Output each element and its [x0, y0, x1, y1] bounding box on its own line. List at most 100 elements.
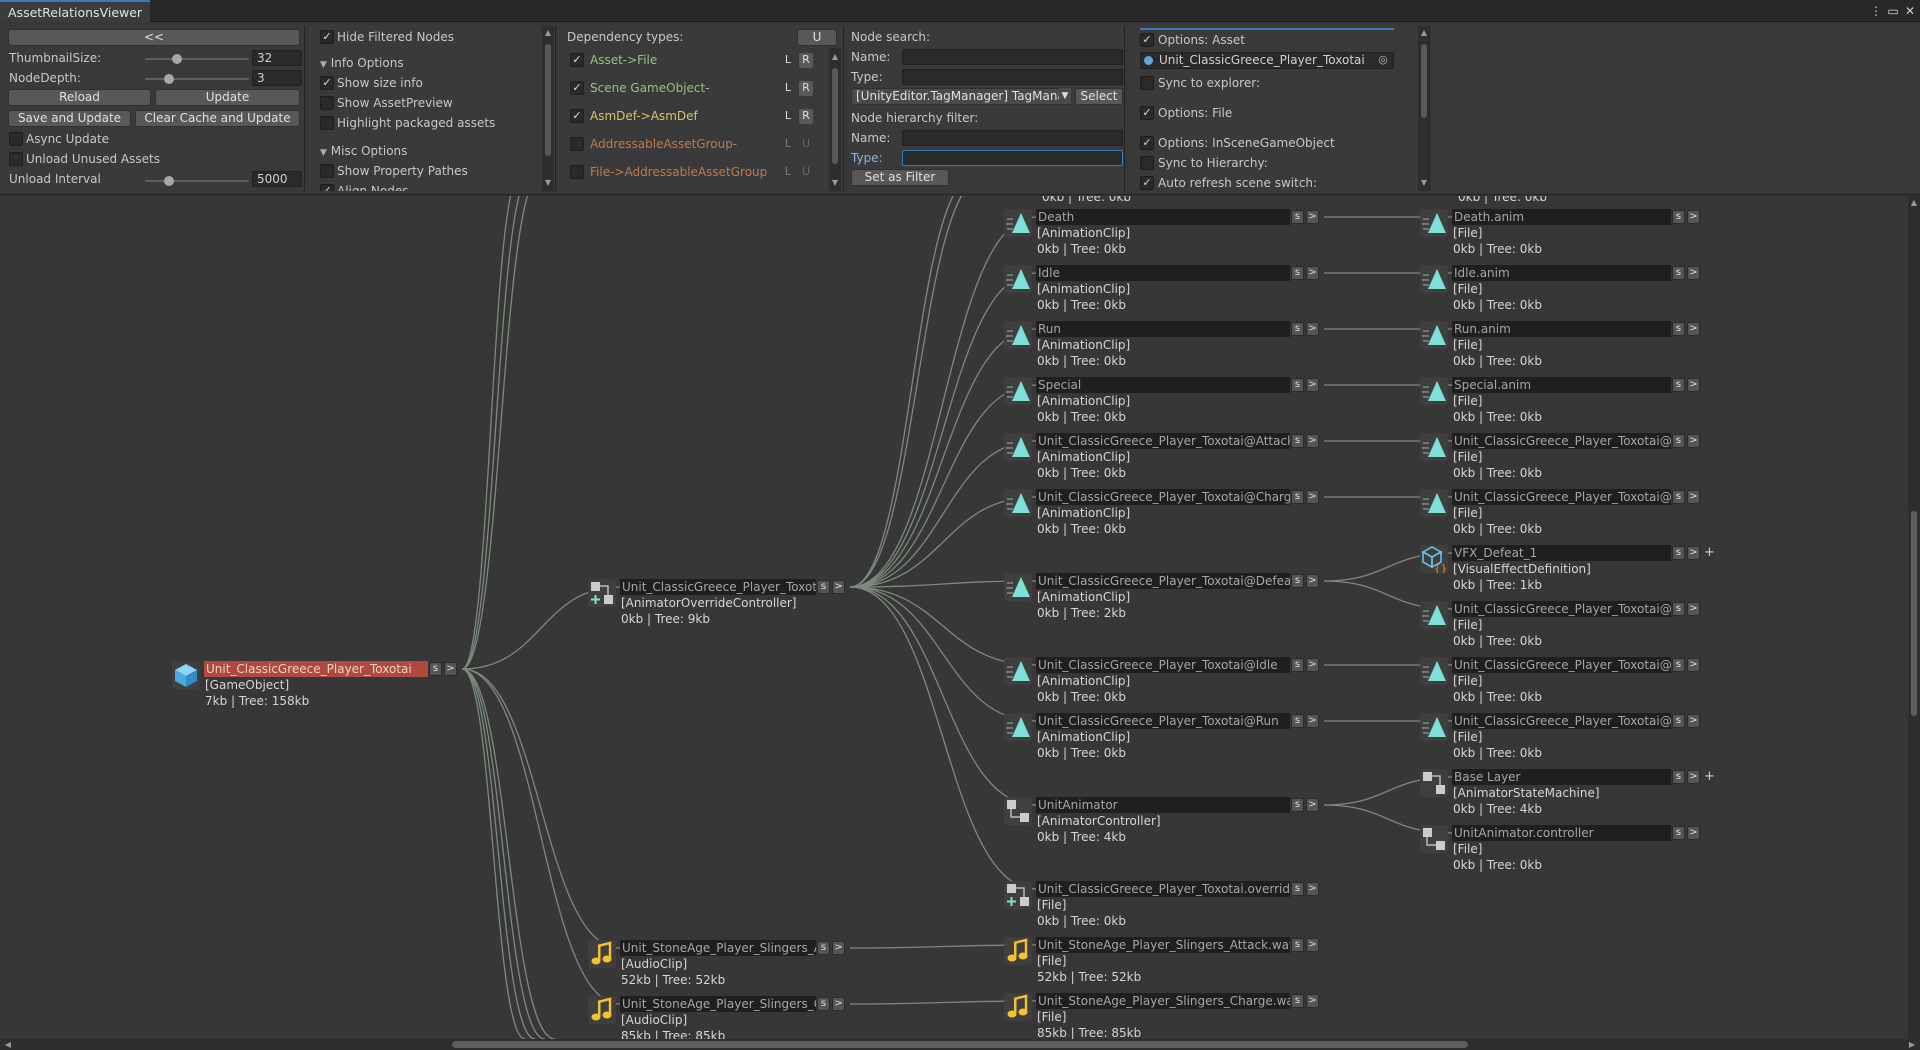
window-tab[interactable]: AssetRelationsViewer [0, 0, 151, 22]
node-select-button[interactable]: s [1672, 714, 1685, 728]
node-select-button[interactable]: s [1291, 882, 1304, 896]
show-size-checkbox[interactable]: ✓ [320, 76, 334, 90]
unload-interval-field[interactable]: 5000 [252, 171, 302, 187]
align-nodes-checkbox[interactable]: ✓ [320, 184, 334, 191]
hierarchy-name-input[interactable] [902, 130, 1123, 146]
options-asset-checkbox[interactable]: ✓ [1140, 33, 1154, 47]
dependency-checkbox[interactable] [570, 165, 584, 179]
node-expand-button[interactable]: > [1687, 434, 1700, 448]
dependency-l-toggle[interactable]: L [781, 165, 795, 180]
node-select-button[interactable]: s [1291, 266, 1304, 280]
node-select-button[interactable]: s [1672, 490, 1685, 504]
node-expand-button[interactable]: > [1306, 434, 1319, 448]
node-name[interactable]: Death.anim [1452, 209, 1671, 225]
scrollbar-thumb[interactable] [1421, 44, 1427, 118]
node-name[interactable]: Unit_ClassicGreece_Player_Toxotai@Attack [1036, 433, 1290, 449]
async-update-checkbox[interactable] [9, 132, 23, 146]
node-select-button[interactable]: s [817, 941, 830, 955]
node-name[interactable]: Unit_ClassicGreece_Player_Toxotai@Defeat [1036, 573, 1290, 589]
graph-node[interactable]: Idle.anim s > [File] 0kb | Tree: 0kb [1420, 265, 1735, 313]
node-expand-button[interactable]: > [1306, 574, 1319, 588]
node-name[interactable]: Base Layer [1452, 769, 1671, 785]
graph-node[interactable]: Base Layer s > + [AnimatorStateMachine] 0kb |… [1420, 769, 1735, 817]
asset-object-field[interactable]: Unit_ClassicGreece_Player_Toxotai [1140, 52, 1394, 69]
show-preview-checkbox[interactable] [320, 96, 334, 110]
graph-node[interactable]: Unit_ClassicGreece_Player_Toxotai s > [Anim… [588, 579, 880, 627]
node-select-button[interactable]: s [1672, 658, 1685, 672]
node-name[interactable]: Unit_ClassicGreece_Player_Toxotai@Idle.a… [1452, 657, 1671, 673]
info-options-scrollbar[interactable]: ▲ ▼ [542, 26, 554, 191]
dropdown-arrow-icon[interactable]: ▼ [1059, 88, 1071, 104]
node-expand-button[interactable]: > [1306, 994, 1319, 1008]
node-select-button[interactable]: s [1291, 714, 1304, 728]
node-select-button[interactable]: s [1291, 378, 1304, 392]
search-result-dropdown[interactable]: [UnityEditor.TagManager] TagManager [851, 88, 1071, 105]
node-select-button[interactable]: s [1291, 658, 1304, 672]
node-name[interactable]: Idle [1036, 265, 1290, 281]
dependency-checkbox[interactable]: ✓ [570, 81, 584, 95]
node-expand-button[interactable]: > [1687, 266, 1700, 280]
select-button[interactable]: Select [1075, 88, 1123, 105]
dependency-types-scrollbar[interactable]: ▲ ▼ [829, 48, 841, 191]
node-name[interactable]: Unit_ClassicGreece_Player_Toxotai@Run [1036, 713, 1290, 729]
scroll-up-icon[interactable]: ▲ [1908, 198, 1920, 207]
node-name[interactable]: Unit_ClassicGreece_Player_Toxotai@Idle [1036, 657, 1290, 673]
node-select-button[interactable]: s [1291, 938, 1304, 952]
graph-node[interactable]: Unit_ClassicGreece_Player_Toxotai@Idle s >… [1004, 657, 1354, 705]
node-name[interactable]: Idle.anim [1452, 265, 1671, 281]
node-expand-button[interactable]: > [1687, 602, 1700, 616]
graph-node[interactable]: Unit_ClassicGreece_Player_Toxotai@Charge… [1004, 489, 1354, 537]
graph-node[interactable]: {} VFX_Defeat_1 s > + [VisualEffectDefinition… [1420, 545, 1735, 593]
node-depth-slider-knob[interactable] [164, 74, 174, 84]
hierarchy-type-input[interactable] [902, 150, 1123, 166]
node-expand-button[interactable]: > [1306, 714, 1319, 728]
node-expand-button[interactable]: > [444, 662, 457, 676]
node-name[interactable]: UnitAnimator.controller [1452, 825, 1671, 841]
node-expand-button[interactable]: > [1687, 714, 1700, 728]
node-select-button[interactable]: s [817, 580, 830, 594]
dependency-checkbox[interactable]: ✓ [570, 109, 584, 123]
thumbnail-size-field[interactable]: 32 [252, 50, 302, 66]
graph-node[interactable]: Unit_ClassicGreece_Player_Toxotai@Attack… [1420, 433, 1735, 481]
node-expand-button[interactable]: > [832, 997, 845, 1011]
misc-options-section[interactable]: ▼ Misc Options [320, 142, 407, 160]
node-name[interactable]: Unit_ClassicGreece_Player_Toxotai@Charge… [1452, 489, 1671, 505]
graph-node[interactable]: Special s > [AnimationClip] 0kb | Tree: 0kb [1004, 377, 1354, 425]
node-name[interactable]: Unit_ClassicGreece_Player_Toxotai@Attack… [1452, 433, 1671, 449]
unload-interval-slider[interactable] [145, 180, 249, 182]
node-expand-button[interactable]: > [1306, 266, 1319, 280]
node-select-button[interactable]: s [1672, 826, 1685, 840]
graph-node[interactable]: Unit_ClassicGreece_Player_Toxotai@Attack… [1004, 433, 1354, 481]
graph-node[interactable]: Idle s > [AnimationClip] 0kb | Tree: 0kb [1004, 265, 1354, 313]
dependency-r-toggle[interactable]: U [799, 165, 813, 180]
graph-node[interactable]: Unit_ClassicGreece_Player_Toxotai@Idle.a… [1420, 657, 1735, 705]
thumbnail-size-slider[interactable] [145, 58, 249, 60]
show-property-paths-checkbox[interactable] [320, 164, 334, 178]
node-name[interactable]: Run [1036, 321, 1290, 337]
graph-node[interactable]: Unit_StoneAge_Player_Slingers_Attacks> [A… [588, 940, 880, 988]
node-name[interactable]: UnitAnimator [1036, 797, 1290, 813]
scroll-up-icon[interactable]: ▲ [1418, 28, 1429, 37]
graph-node[interactable]: Special.anim s > [File] 0kb | Tree: 0kb [1420, 377, 1735, 425]
node-select-button[interactable]: s [1672, 434, 1685, 448]
save-and-update-button[interactable]: Save and Update [8, 110, 131, 127]
node-name[interactable]: Unit_ClassicGreece_Player_Toxotai@Charge [1036, 489, 1290, 505]
node-name[interactable]: VFX_Defeat_1 [1452, 545, 1671, 561]
graph-node[interactable]: Run s > [AnimationClip] 0kb | Tree: 0kb [1004, 321, 1354, 369]
graph-node[interactable]: Death s > [AnimationClip] 0kb | Tree: 0kb [1004, 209, 1354, 257]
scroll-down-icon[interactable]: ▼ [542, 178, 554, 187]
dependency-u-button[interactable]: U [797, 29, 837, 46]
add-node-button[interactable]: + [1704, 545, 1715, 561]
dependency-r-toggle[interactable]: U [799, 137, 813, 152]
dependency-r-toggle[interactable]: R [799, 53, 813, 68]
node-name[interactable]: Run.anim [1452, 321, 1671, 337]
graph-node[interactable]: Death.anim s > [File] 0kb | Tree: 0kb [1420, 209, 1735, 257]
search-name-input[interactable] [902, 49, 1123, 65]
options-scene-checkbox[interactable]: ✓ [1140, 136, 1154, 150]
reload-button[interactable]: Reload [8, 89, 151, 106]
thumbnail-size-slider-knob[interactable] [172, 54, 182, 64]
node-name[interactable]: Special [1036, 377, 1290, 393]
dependency-r-toggle[interactable]: R [799, 109, 813, 124]
node-depth-field[interactable]: 3 [252, 70, 302, 86]
sync-explorer-checkbox[interactable] [1140, 76, 1154, 90]
